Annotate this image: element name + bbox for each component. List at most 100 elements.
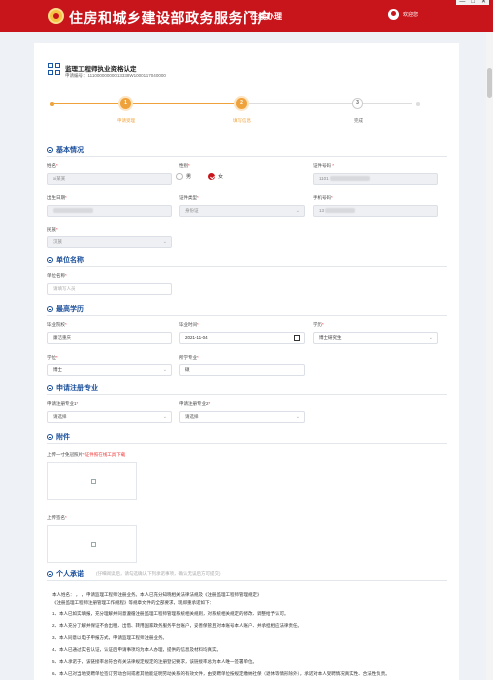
gender-male-radio[interactable]: 男 bbox=[176, 173, 191, 180]
divider bbox=[47, 394, 447, 395]
close-icon[interactable]: ✕ bbox=[481, 0, 486, 5]
welcome-text: 欢迎您 bbox=[403, 12, 419, 18]
page-title: 监理工程师执业资格认定 bbox=[65, 66, 137, 73]
maximize-icon[interactable]: □ bbox=[471, 0, 475, 5]
degree-select[interactable]: 博士研究生 ⌄ bbox=[313, 332, 438, 344]
step-3-circle: 3 bbox=[352, 98, 363, 109]
reg-major1-label: 申请注册专业1* bbox=[47, 401, 79, 406]
section-promise: 个人承诺 bbox=[47, 569, 84, 579]
reg-major2-label: 申请注册专业2* bbox=[179, 401, 211, 406]
promise-line: 3、本人同意以电子申报方式，申请监理工程师注册业务。 bbox=[52, 635, 168, 640]
step-progress-line bbox=[54, 103, 234, 104]
photo-upload-box[interactable] bbox=[47, 462, 137, 500]
major-label: 所学专业* bbox=[179, 355, 199, 360]
grad-date-input[interactable]: 2021-11-04 bbox=[179, 332, 305, 344]
section-basic-info: 基本情况 bbox=[47, 145, 84, 155]
signature-upload-label: 上传签名* bbox=[47, 515, 67, 520]
divider bbox=[47, 580, 447, 581]
calendar-icon[interactable] bbox=[294, 335, 300, 341]
user-avatar-icon bbox=[388, 9, 399, 20]
degree-label: 学历* bbox=[313, 322, 324, 327]
section-attachments: 附件 bbox=[47, 432, 70, 442]
section-education-title: 最高学历 bbox=[56, 306, 84, 313]
section-basic-title: 基本情况 bbox=[56, 147, 84, 154]
nation-select: 汉族 ⌄ bbox=[47, 236, 172, 248]
photo-upload-label: 上传一寸免冠照片*证件照在线工具下载 bbox=[47, 452, 126, 457]
gender-female-radio[interactable]: 女 bbox=[208, 173, 223, 180]
major-input[interactable]: 硕 bbox=[179, 364, 305, 376]
id-number-label: 证件号码 * bbox=[313, 163, 335, 168]
scrollbar-thumb[interactable] bbox=[487, 68, 492, 98]
cert-type-select: 身份证 ⌄ bbox=[179, 205, 305, 217]
xuewei-select[interactable]: 博士 ⌄ bbox=[47, 364, 172, 376]
birth-date-field bbox=[47, 205, 172, 217]
section-unit-title: 单位名称 bbox=[56, 257, 84, 264]
step-1-circle: 1 bbox=[120, 98, 131, 109]
section-icon bbox=[47, 385, 53, 391]
site-title[interactable]: 住房和城乡建设部政务服务门户 bbox=[69, 8, 272, 28]
promise-line: 《注册监理工程师注册管理工作规程》等规章文件的全部要求，现郑重承诺如下： bbox=[52, 600, 214, 605]
unit-name-label: 单位名称* bbox=[47, 273, 67, 278]
divider bbox=[47, 443, 447, 444]
nation-label: 民族* bbox=[47, 227, 58, 232]
minimize-icon[interactable]: — bbox=[459, 0, 465, 5]
phone-field: 13 bbox=[313, 205, 438, 217]
section-registration: 申请注册专业 bbox=[47, 383, 98, 393]
name-field: xi某某 bbox=[47, 173, 172, 185]
promise-line: 5、本人承诺于，该链接率总符合有关法律规定规定的注册登记要求，该链接率总为本人唯… bbox=[52, 659, 257, 664]
window-controls: — □ ✕ bbox=[456, 0, 489, 5]
promise-line: 本人姓名： ， ，申请监理工程师注册业务。本人已充分知晓相关法律法规及《注册监理… bbox=[52, 592, 262, 597]
header-bar: 住房和城乡建设部政务服务门户 在线办理 欢迎您 — □ ✕ bbox=[0, 0, 493, 32]
step-2-circle: 2 bbox=[236, 98, 247, 109]
reg-major1-select[interactable]: 请选择 ⌄ bbox=[47, 411, 172, 423]
grad-date-label: 毕业时间* bbox=[179, 322, 199, 327]
chevron-down-icon: ⌄ bbox=[162, 414, 167, 420]
divider bbox=[47, 315, 447, 316]
promise-line: 6、本人已对当地受聘单位签订劳动合同或者其他能证明劳动关系的有效文件，由受聘单位… bbox=[52, 671, 390, 676]
promise-line: 2、本人充分了解并保证不会出租、出借、转用国家政务服务平台账户，妥善保管且对本账… bbox=[52, 623, 302, 628]
id-number-field: 1101 bbox=[313, 173, 438, 185]
step-2-label: 填写信息 bbox=[233, 118, 251, 123]
application-number: 申请编号：11100000000013338W1000117040000 bbox=[65, 73, 166, 78]
chevron-down-icon: ⌄ bbox=[295, 414, 300, 420]
image-placeholder-icon bbox=[91, 479, 96, 484]
divider bbox=[47, 266, 447, 267]
section-attachments-title: 附件 bbox=[56, 434, 70, 441]
chevron-down-icon: ⌄ bbox=[162, 239, 167, 245]
national-emblem-logo bbox=[48, 8, 64, 24]
promise-line: 4、本人已通过实名认证，认证后申请事项均为本人办理，提供的信息及材料均真实。 bbox=[52, 647, 221, 652]
xuewei-label: 学位* bbox=[47, 355, 58, 360]
section-registration-title: 申请注册专业 bbox=[56, 385, 98, 392]
step-3-label: 完成 bbox=[354, 118, 363, 123]
phone-label: 手机号码* bbox=[313, 195, 333, 200]
section-promise-title: 个人承诺 bbox=[56, 571, 84, 578]
reg-major2-select[interactable]: 请选择 ⌄ bbox=[179, 411, 305, 423]
gender-label: 性别* bbox=[179, 163, 190, 168]
promise-note: (仔细阅读后，请勾选确认下列承诺事项，确认无误后方可提交) bbox=[96, 571, 221, 576]
user-menu[interactable]: 欢迎您 bbox=[388, 9, 418, 20]
birth-date-label: 出生日期* bbox=[47, 195, 67, 200]
page-scrollbar[interactable] bbox=[486, 32, 493, 680]
photo-tool-link[interactable]: *证件照在线工具下载 bbox=[83, 452, 125, 457]
section-icon bbox=[47, 571, 53, 577]
chevron-down-icon: ⌄ bbox=[162, 367, 167, 373]
section-icon bbox=[47, 257, 53, 263]
chevron-down-icon: ⌄ bbox=[428, 335, 433, 341]
section-icon bbox=[47, 306, 53, 312]
chevron-down-icon: ⌄ bbox=[295, 208, 300, 214]
promise-line: 1、本人已如实填报，充分理解并同意遵循注册监理工程师管理系统相关规则，对系统相关… bbox=[52, 611, 289, 616]
school-label: 毕业院校* bbox=[47, 322, 67, 327]
unit-name-input[interactable]: 请填写人员 bbox=[47, 283, 172, 295]
section-education: 最高学历 bbox=[47, 304, 84, 314]
signature-upload-box[interactable] bbox=[47, 525, 137, 563]
school-input[interactable]: 廉洁重庆 bbox=[47, 332, 172, 344]
name-label: 姓名* bbox=[47, 163, 58, 168]
section-unit: 单位名称 bbox=[47, 255, 84, 265]
image-placeholder-icon bbox=[91, 542, 96, 547]
step-1-label: 申请受理 bbox=[117, 118, 135, 123]
divider bbox=[47, 156, 447, 157]
nav-online-service[interactable]: 在线办理 bbox=[250, 11, 282, 22]
step-end-dot bbox=[416, 101, 420, 106]
section-icon bbox=[47, 147, 53, 153]
certificate-icon bbox=[48, 63, 61, 76]
